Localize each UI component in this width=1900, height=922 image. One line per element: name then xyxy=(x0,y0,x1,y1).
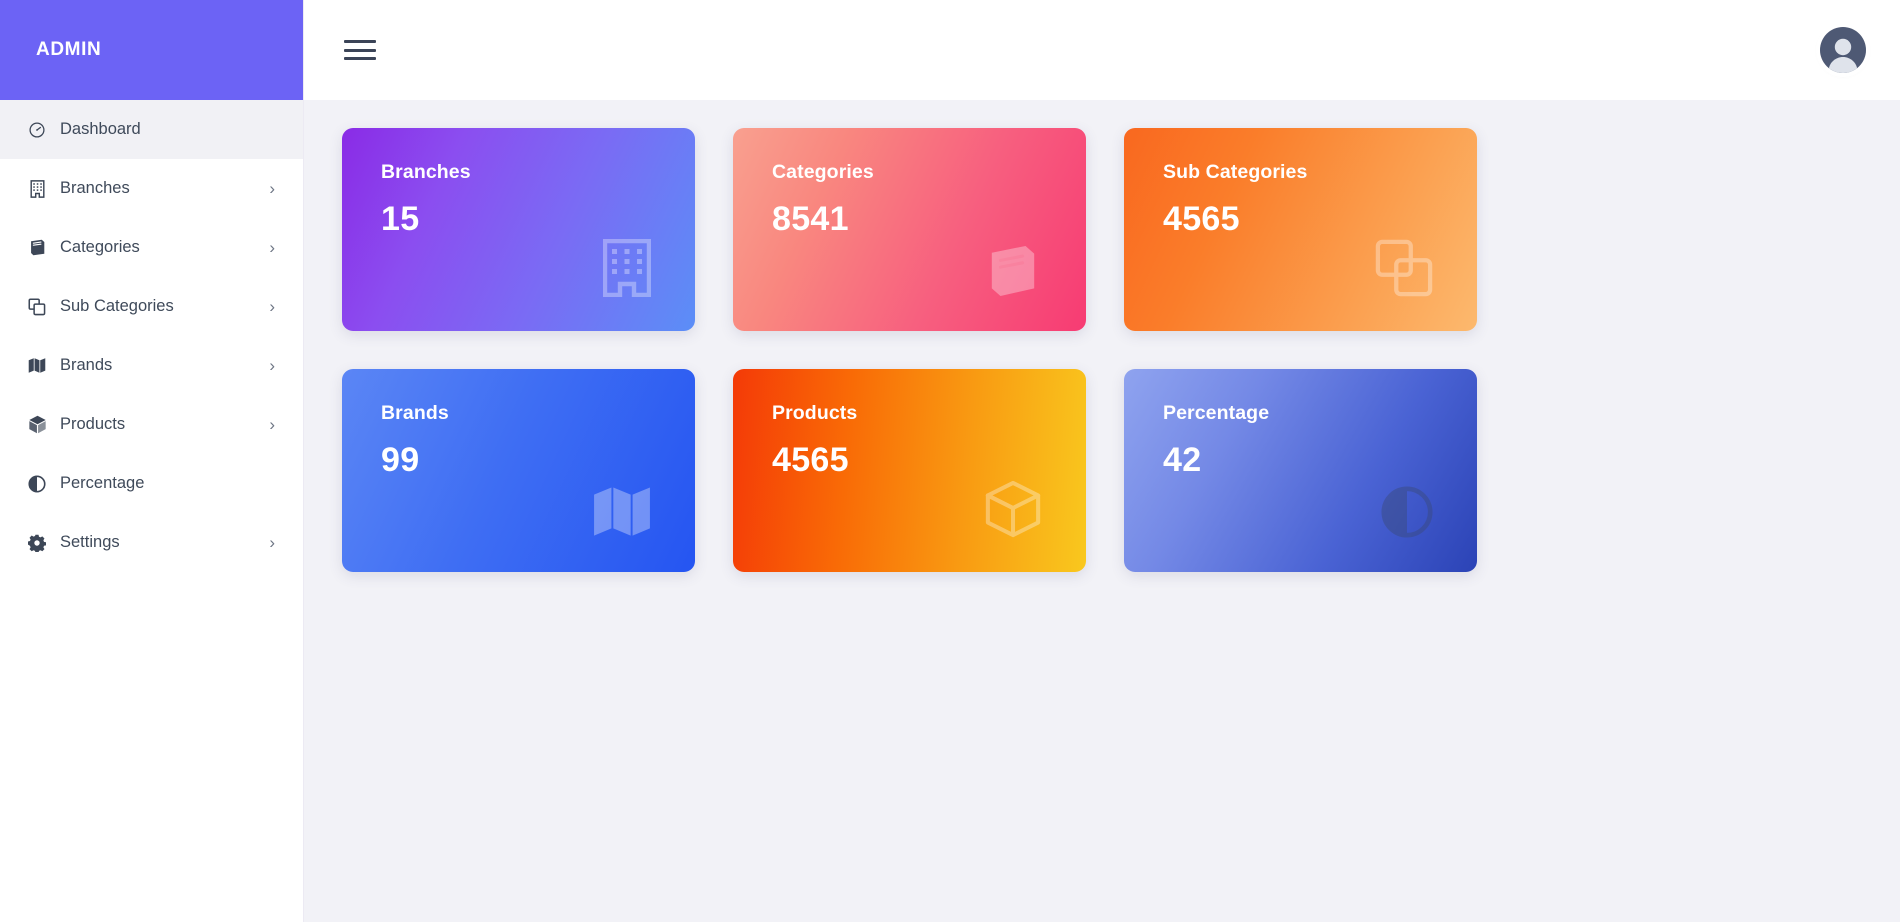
sidebar-item-label: Branches xyxy=(60,179,130,197)
sidebar-item-sub-categories[interactable]: Sub Categories › xyxy=(0,277,303,336)
topbar xyxy=(304,0,1900,100)
stat-card-value: 15 xyxy=(381,200,420,238)
dashboard-icon xyxy=(26,119,48,141)
stat-card-value: 42 xyxy=(1163,441,1202,479)
sidebar-item-label: Settings xyxy=(60,533,120,551)
stat-card-percentage[interactable]: Percentage 42 xyxy=(1124,369,1477,572)
sidebar-item-label: Categories xyxy=(60,238,140,256)
chevron-right-icon: › xyxy=(269,238,275,257)
half-circle-icon xyxy=(1381,486,1433,538)
sidebar-item-dashboard[interactable]: Dashboard xyxy=(0,100,303,159)
sidebar-item-branches[interactable]: Branches › xyxy=(0,159,303,218)
copy-icon xyxy=(26,296,48,318)
sidebar-item-label: Dashboard xyxy=(60,120,141,138)
sidebar-item-percentage[interactable]: Percentage xyxy=(0,454,303,513)
stat-card-grid: Branches 15 Categories 8541 Sub Categori… xyxy=(342,128,1862,572)
stat-card-branches[interactable]: Branches 15 xyxy=(342,128,695,331)
chevron-right-icon: › xyxy=(269,179,275,198)
map-icon xyxy=(26,355,48,377)
hamburger-bar xyxy=(344,48,376,52)
gear-icon xyxy=(26,532,48,554)
stat-card-title: Branches xyxy=(381,161,471,183)
stat-card-title: Categories xyxy=(772,161,874,183)
hamburger-bar xyxy=(344,40,376,43)
sidebar-nav: Dashboard Branches › Categories › Sub Ca… xyxy=(0,100,303,572)
stat-card-brands[interactable]: Brands 99 xyxy=(342,369,695,572)
admin-dashboard-app: ADMIN Dashboard Branches › Categories › … xyxy=(0,0,1900,922)
dashboard-content: Branches 15 Categories 8541 Sub Categori… xyxy=(304,100,1900,922)
stat-card-title: Products xyxy=(772,402,858,424)
sidebar-item-settings[interactable]: Settings › xyxy=(0,513,303,572)
chevron-right-icon: › xyxy=(269,415,275,434)
sidebar-item-categories[interactable]: Categories › xyxy=(0,218,303,277)
stat-card-products[interactable]: Products 4565 xyxy=(733,369,1086,572)
chevron-right-icon: › xyxy=(269,533,275,552)
stat-card-categories[interactable]: Categories 8541 xyxy=(733,128,1086,331)
stat-card-value: 8541 xyxy=(772,200,849,238)
sidebar: ADMIN Dashboard Branches › Categories › … xyxy=(0,0,304,922)
cube-icon xyxy=(26,414,48,436)
half-circle-icon xyxy=(26,473,48,495)
copy-icon xyxy=(1375,239,1433,297)
stat-card-sub-categories[interactable]: Sub Categories 4565 xyxy=(1124,128,1477,331)
book-icon xyxy=(26,237,48,259)
building-icon xyxy=(26,178,48,200)
cube-icon xyxy=(984,480,1042,538)
stat-card-title: Sub Categories xyxy=(1163,161,1308,183)
sidebar-item-products[interactable]: Products › xyxy=(0,395,303,454)
building-icon xyxy=(603,239,651,297)
stat-card-title: Brands xyxy=(381,402,449,424)
hamburger-menu-icon[interactable] xyxy=(344,37,376,63)
map-icon xyxy=(593,486,651,538)
user-avatar[interactable] xyxy=(1820,27,1866,73)
sidebar-item-label: Sub Categories xyxy=(60,297,174,315)
sidebar-item-brands[interactable]: Brands › xyxy=(0,336,303,395)
stat-card-value: 99 xyxy=(381,441,420,479)
hamburger-bar xyxy=(344,57,376,60)
chevron-right-icon: › xyxy=(269,356,275,375)
stat-card-value: 4565 xyxy=(772,441,849,479)
stat-card-value: 4565 xyxy=(1163,200,1240,238)
book-icon xyxy=(984,245,1042,297)
main-pane: Branches 15 Categories 8541 Sub Categori… xyxy=(304,0,1900,922)
sidebar-item-label: Products xyxy=(60,415,126,433)
brand-logo[interactable]: ADMIN xyxy=(0,0,303,100)
brand-title: ADMIN xyxy=(36,39,102,60)
sidebar-item-label: Brands xyxy=(60,356,113,374)
chevron-right-icon: › xyxy=(269,297,275,316)
sidebar-item-label: Percentage xyxy=(60,474,145,492)
stat-card-title: Percentage xyxy=(1163,402,1270,424)
